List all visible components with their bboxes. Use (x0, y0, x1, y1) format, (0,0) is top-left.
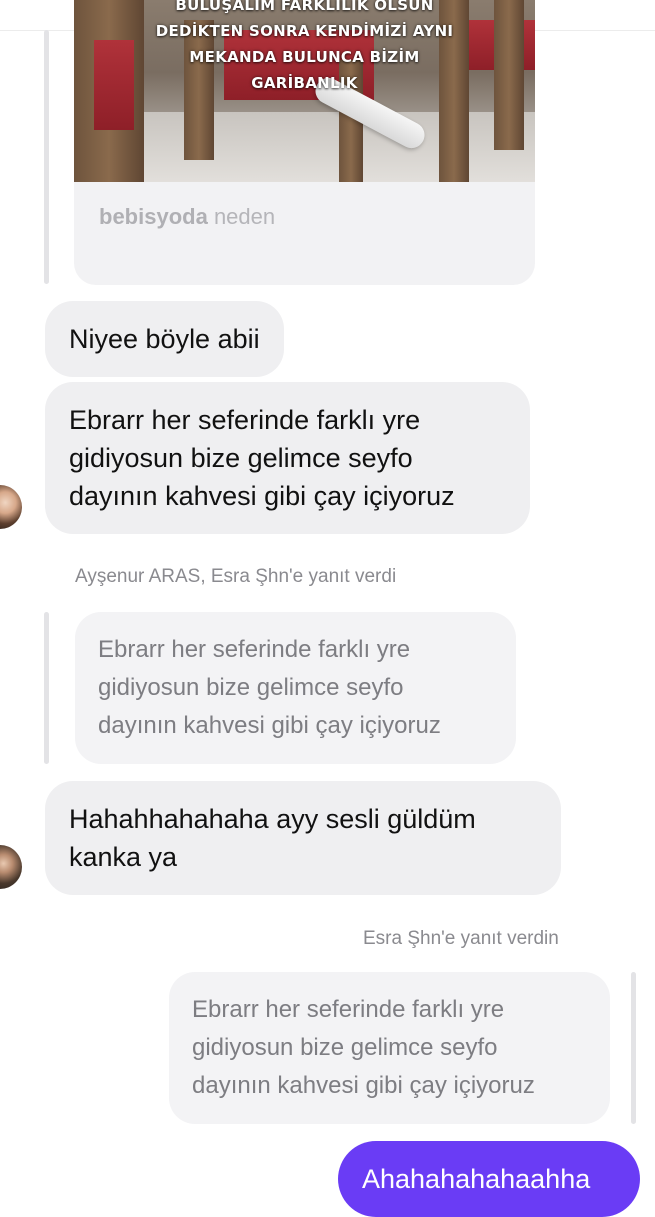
message-text-line: Hahahhahahaha ayy sesli güldüm (69, 804, 476, 834)
quoted-text-line: gidiyosun bize gelimce seyfo (98, 674, 404, 701)
sender-avatar[interactable] (0, 485, 22, 529)
post-username[interactable]: bebisyoda (99, 204, 208, 229)
image-caption-line: BULUŞALIM FARKLILIK OLSUN (175, 0, 434, 14)
quoted-text-line: dayının kahvesi gibi çay içiyoruz (98, 712, 441, 739)
message-text-line: gidiyosun bize gelimce seyfo (69, 443, 413, 473)
quoted-message[interactable]: Ebrarr her seferinde farklı yre gidiyosu… (169, 972, 610, 1124)
thread-reply-bar (44, 30, 49, 284)
thread-reply-bar (44, 612, 49, 764)
shared-post-card[interactable]: BULUŞALIM FARKLILIK OLSUN DEDİKTEN SONRA… (74, 0, 535, 285)
image-caption: BULUŞALIM FARKLILIK OLSUN DEDİKTEN SONRA… (74, 0, 535, 96)
reply-label: Esra Şhn'e yanıt verdin (363, 928, 559, 949)
thread-reply-bar (631, 972, 636, 1124)
message-bubble[interactable]: Niyee böyle abii (45, 301, 284, 377)
quoted-text-line: dayının kahvesi gibi çay içiyoruz (192, 1072, 535, 1099)
message-text: Niyee böyle abii (69, 324, 260, 354)
quoted-text-line: gidiyosun bize gelimce seyfo (192, 1034, 498, 1061)
image-caption-line: GARİBANLIK (251, 74, 358, 92)
message-text-line: dayının kahvesi gibi çay içiyoruz (69, 481, 455, 511)
message-bubble[interactable]: Ebrarr her seferinde farklı yre gidiyosu… (45, 382, 530, 534)
reply-label: Ayşenur ARAS, Esra Şhn'e yanıt verdi (75, 566, 397, 587)
sent-message-bubble[interactable]: Ahahahahahaahha (338, 1141, 640, 1217)
quoted-text-line: Ebrarr her seferinde farklı yre (98, 636, 411, 663)
quoted-text-line: Ebrarr her seferinde farklı yre (192, 996, 505, 1023)
message-bubble[interactable]: Hahahhahahaha ayy sesli güldüm kanka ya (45, 781, 561, 895)
message-text-line: Ebrarr her seferinde farklı yre (69, 405, 421, 435)
sent-message-text: Ahahahahahaahha (362, 1164, 591, 1194)
sender-avatar[interactable] (0, 845, 22, 889)
quoted-message[interactable]: Ebrarr her seferinde farklı yre gidiyosu… (75, 612, 516, 764)
shared-post-image[interactable]: BULUŞALIM FARKLILIK OLSUN DEDİKTEN SONRA… (74, 0, 535, 182)
image-caption-line: DEDİKTEN SONRA KENDİMİZİ AYNI (155, 22, 454, 40)
post-text: neden (213, 204, 276, 229)
message-text-line: kanka ya (69, 842, 178, 872)
post-caption: bebisyoda neden (99, 204, 275, 230)
image-caption-line: MEKANDA BULUNCA BİZİM (189, 48, 420, 66)
